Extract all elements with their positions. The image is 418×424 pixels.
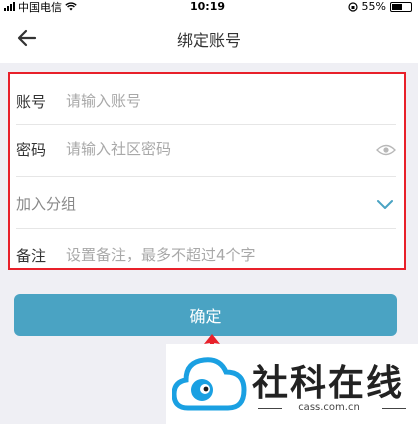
status-right: 55% — [347, 0, 412, 13]
cloud-logo-icon — [172, 357, 247, 411]
bind-account-form: 账号 密码 加入分组 备注 — [8, 72, 406, 270]
remark-input[interactable] — [66, 246, 366, 264]
orientation-lock-icon — [347, 1, 358, 12]
chevron-down-icon[interactable] — [376, 198, 394, 210]
page-title: 绑定账号 — [176, 31, 241, 50]
account-input[interactable] — [66, 92, 366, 110]
group-label: 加入分组 — [16, 194, 77, 213]
divider — [16, 228, 396, 229]
account-row: 账号 — [16, 86, 396, 116]
clock: 10:19 — [190, 0, 226, 13]
watermark: 社科在线 cass.com.cn — [166, 344, 418, 424]
password-label: 密码 — [16, 140, 47, 159]
account-label: 账号 — [16, 92, 47, 111]
divider — [16, 124, 396, 125]
battery-icon — [390, 1, 412, 12]
confirm-button[interactable]: 确定 — [14, 294, 397, 336]
group-row[interactable]: 加入分组 — [16, 188, 396, 218]
nav-bar: 绑定账号 — [0, 13, 418, 63]
password-row: 密码 — [16, 134, 396, 164]
wifi-icon — [65, 2, 77, 11]
divider — [382, 408, 406, 409]
password-input[interactable] — [66, 140, 366, 158]
remark-label: 备注 — [16, 246, 47, 265]
status-bar: 中国电信 10:19 55% — [0, 0, 418, 14]
status-left: 中国电信 — [4, 0, 77, 14]
remark-row: 备注 — [16, 242, 396, 268]
battery-percent: 55% — [361, 0, 386, 13]
divider — [16, 176, 396, 177]
signal-icon — [4, 2, 15, 11]
eye-icon[interactable] — [376, 143, 396, 157]
watermark-title: 社科在线 — [252, 363, 405, 404]
